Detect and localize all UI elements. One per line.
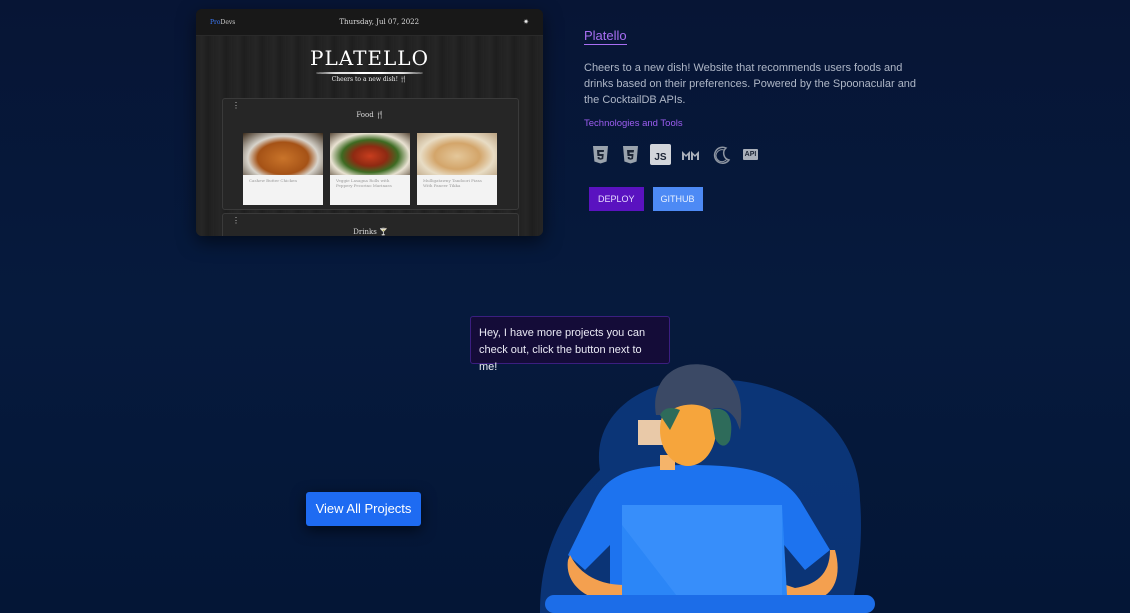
preview-kebab-icon: ⋮ <box>232 216 240 225</box>
developer-illustration <box>540 364 875 613</box>
preview-title-underline <box>316 72 423 74</box>
preview-food-item: Mulligatawny Tandoori Pizza With Paneer … <box>417 133 497 205</box>
deploy-button[interactable]: DEPLOY <box>589 187 644 211</box>
project-description: Cheers to a new dish! Website that recom… <box>584 62 917 106</box>
preview-subtitle: Cheers to a new dish! 🍴 <box>331 76 408 83</box>
preview-kebab-icon: ⋮ <box>232 101 240 110</box>
project-title-link[interactable]: Platello <box>584 28 627 45</box>
moon-icon <box>710 144 731 165</box>
preview-food-heading: Food 🍴 <box>356 111 385 119</box>
preview-title: PLATELLO <box>310 46 429 70</box>
technologies-label: Technologies and Tools <box>584 118 683 129</box>
javascript-icon: JS <box>650 144 671 165</box>
project-preview-image: ProDevs Thursday, Jul 07, 2022 ✷ PLATELL… <box>196 9 543 236</box>
preview-date: Thursday, Jul 07, 2022 <box>339 18 420 26</box>
api-icon: API <box>742 149 759 160</box>
preview-brand: ProDevs <box>210 18 236 26</box>
github-button[interactable]: GITHUB <box>652 187 703 211</box>
preview-theme-icon: ✷ <box>523 19 529 26</box>
preview-food-card: ⋮ Food 🍴 Cashew Butter Chicken Veggie La… <box>222 98 519 210</box>
preview-navbar: ProDevs Thursday, Jul 07, 2022 ✷ <box>196 9 543 36</box>
material-ui-icon <box>680 144 701 165</box>
css3-icon <box>620 144 641 165</box>
project-button-row: DEPLOY GITHUB <box>589 187 703 211</box>
preview-body: PLATELLO Cheers to a new dish! 🍴 ⋮ Food … <box>196 36 543 236</box>
tech-icon-list: JS API <box>590 144 761 165</box>
preview-drinks-heading: Drinks 🍸 <box>353 228 388 236</box>
preview-food-item: Cashew Butter Chicken <box>243 133 323 205</box>
preview-drinks-card: ⋮ Drinks 🍸 <box>222 213 519 236</box>
preview-food-item: Veggie Lasagna Rolls with Peppery Pecori… <box>330 133 410 205</box>
html5-icon <box>590 144 611 165</box>
view-all-projects-button[interactable]: View All Projects <box>306 492 421 526</box>
